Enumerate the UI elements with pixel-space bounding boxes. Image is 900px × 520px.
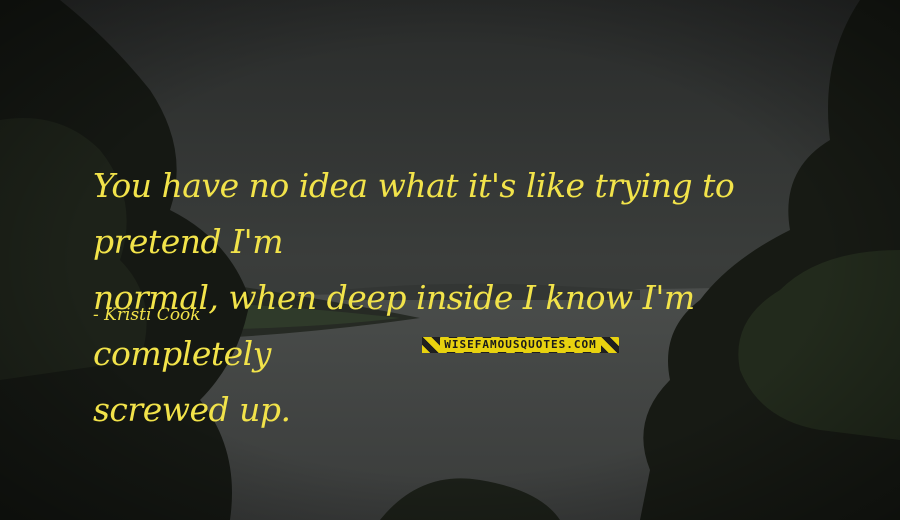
quote-text: You have no idea what it's like trying t…: [93, 166, 735, 429]
watermark-logo: WISEFAMOUSQUOTES.COM: [422, 337, 619, 353]
quote-author: - Kristi Cook: [93, 305, 201, 325]
quote-image: You have no idea what it's like trying t…: [0, 0, 900, 520]
watermark-text: WISEFAMOUSQUOTES.COM: [440, 338, 601, 352]
